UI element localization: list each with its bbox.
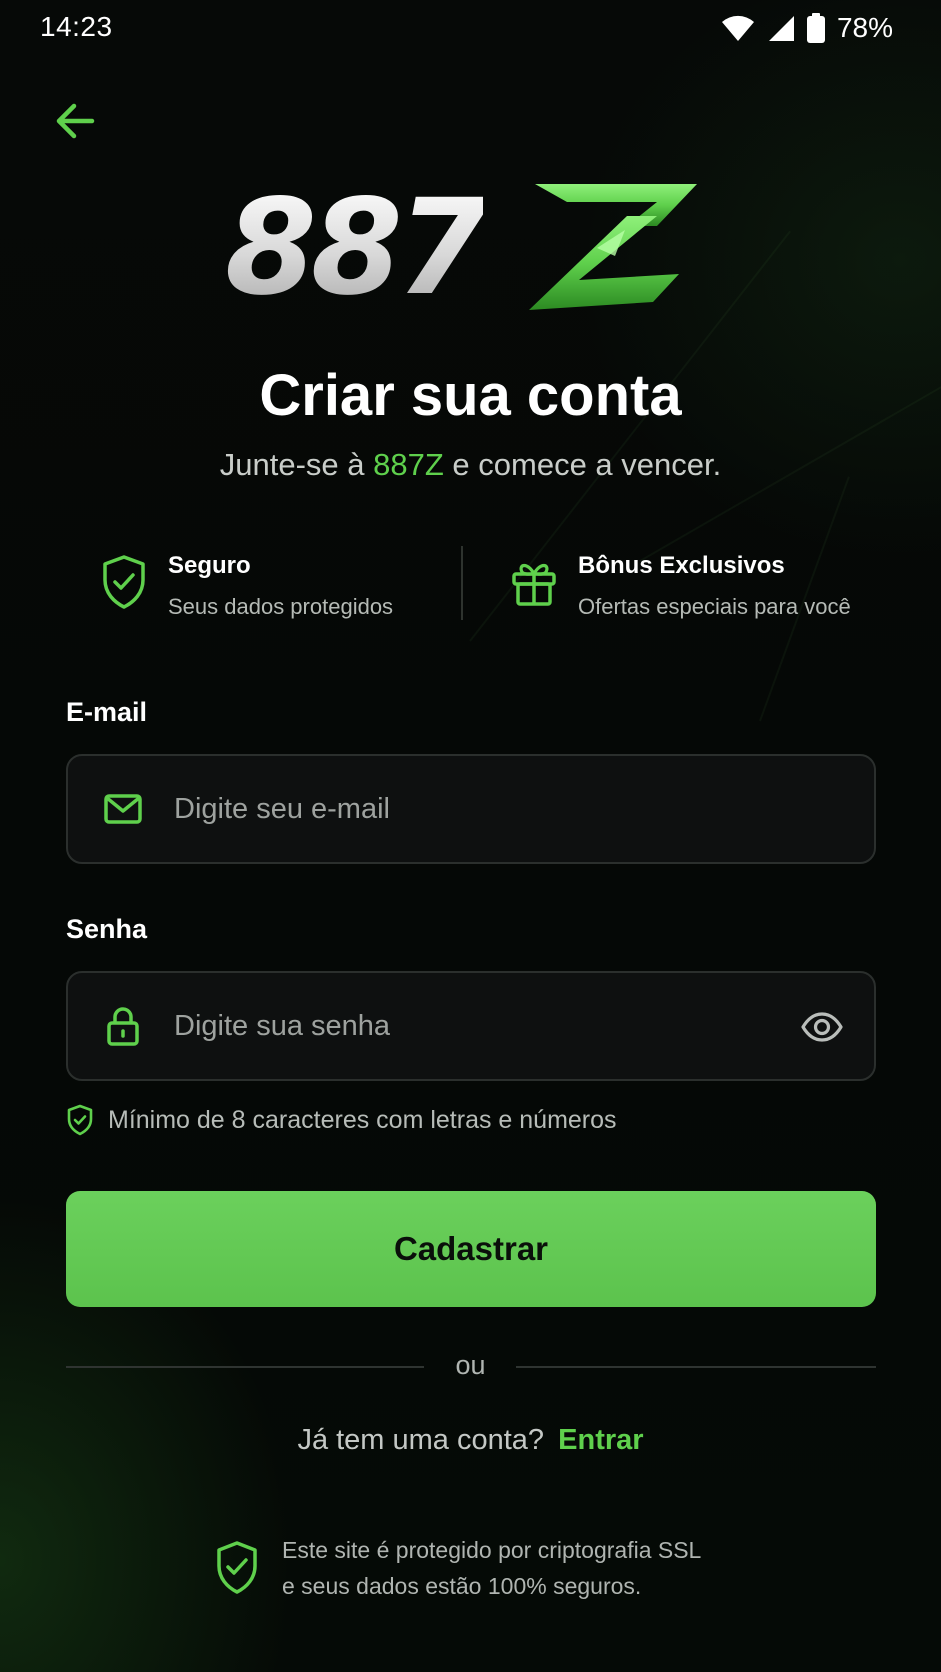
password-field-container[interactable]	[66, 971, 876, 1081]
shield-check-icon	[67, 1104, 93, 1136]
ssl-line-2: e seus dados estão 100% seguros.	[282, 1573, 642, 1599]
feature-title: Bônus Exclusivos	[578, 552, 785, 579]
logo-accent-letter: Z	[507, 176, 508, 177]
password-label: Senha	[66, 914, 148, 944]
email-label: E-mail	[66, 697, 148, 727]
login-prompt-text: Já tem uma conta?	[297, 1424, 545, 1456]
lock-icon	[107, 1007, 139, 1046]
ssl-notice: Este site é protegido por criptografia S…	[214, 1532, 701, 1604]
logo-text: 887	[225, 171, 489, 325]
status-time: 14:23	[40, 11, 113, 42]
feature-divider	[461, 546, 463, 620]
subtitle-suffix: e comece a vencer.	[443, 447, 722, 482]
email-field-container[interactable]	[66, 754, 876, 864]
ssl-line-1: Este site é protegido por criptografia S…	[282, 1537, 702, 1563]
wifi-icon	[721, 15, 754, 42]
back-button[interactable]	[52, 98, 98, 144]
gift-icon	[512, 563, 556, 606]
show-password-icon[interactable]	[800, 1005, 844, 1049]
signup-screen: 14:23 78% 887 Z Criar sua conta Junte-se…	[0, 0, 941, 1672]
page-subtitle: Junte-se à 887Z e comece a vencer.	[0, 447, 941, 483]
battery-percentage: 78%	[836, 12, 893, 43]
mail-icon	[104, 794, 142, 824]
ssl-text: Este site é protegido por criptografia S…	[282, 1532, 701, 1604]
password-hint: Mínimo de 8 caracteres com letras e núme…	[66, 1104, 617, 1136]
feature-title: Seguro	[168, 552, 251, 579]
password-input[interactable]	[174, 993, 774, 1059]
divider-line-right	[516, 1366, 876, 1368]
logo-z-mark: Z	[507, 176, 697, 310]
status-icons: 78%	[721, 12, 893, 44]
page-title: Criar sua conta	[259, 363, 682, 428]
password-hint-text: Mínimo de 8 caracteres com letras e núme…	[108, 1105, 617, 1134]
feature-desc: Ofertas especiais para você	[578, 594, 851, 619]
status-bar: 14:23 78%	[0, 0, 941, 56]
shield-check-icon	[217, 1541, 257, 1594]
login-link[interactable]: Entrar	[558, 1424, 643, 1456]
brand-logo: 887 Z	[225, 178, 725, 318]
feature-desc: Seus dados protegidos	[168, 594, 394, 619]
login-prompt: Já tem uma conta? Entrar	[0, 1424, 941, 1457]
subtitle-prefix: Junte-se à	[219, 447, 374, 482]
battery-icon	[806, 13, 825, 43]
feature-bonus: Bônus Exclusivos Ofertas especiais para …	[510, 548, 851, 620]
shield-check-icon	[103, 555, 145, 609]
email-input[interactable]	[174, 776, 774, 842]
signup-button[interactable]: Cadastrar	[66, 1191, 876, 1307]
arrow-left-icon	[56, 103, 95, 139]
cellular-signal-icon	[768, 16, 794, 41]
feature-secure: Seguro Seus dados protegidos	[100, 548, 393, 620]
subtitle-brand: 887Z	[373, 447, 444, 482]
